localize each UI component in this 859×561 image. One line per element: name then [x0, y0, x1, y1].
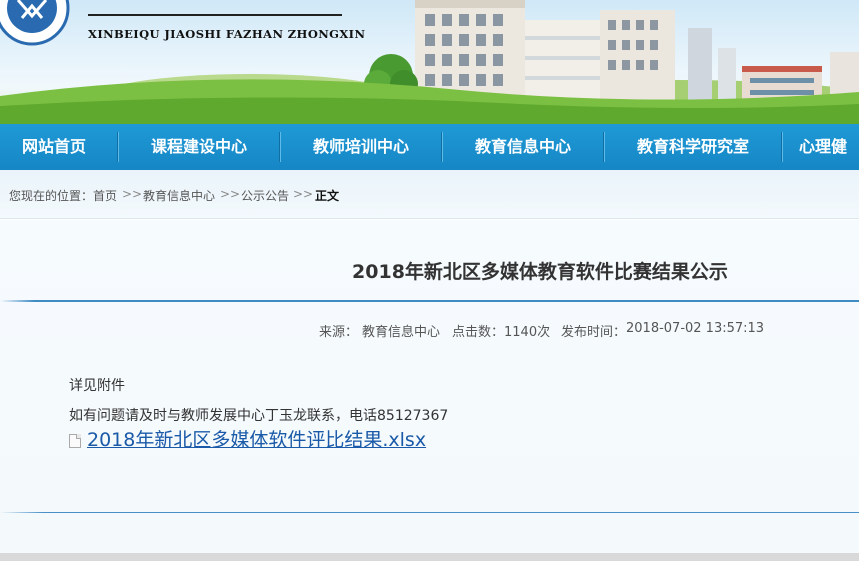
logo-subtitle: XINBEIQU JIAOSHI FAZHAN ZHONGXIN	[88, 27, 366, 41]
body-paragraph: 详见附件	[69, 378, 125, 394]
hits-label: 点击数：	[452, 325, 505, 340]
nav-item-curriculum[interactable]: 课程建设中心	[135, 124, 263, 170]
nav-item-teacher-training[interactable]: 教师培训中心	[297, 124, 425, 170]
banner-scenery	[0, 0, 859, 124]
date-value: 2018-07-02 13:57:13	[626, 321, 765, 336]
nav-separator	[603, 132, 605, 162]
nav-separator	[279, 132, 281, 162]
nav-item-research[interactable]: 教育科学研究室	[621, 124, 765, 170]
hits-value: 1140次	[504, 325, 551, 340]
breadcrumb-separator: >>	[220, 187, 241, 201]
logo-divider	[88, 14, 342, 16]
breadcrumb-separator: >>	[122, 187, 143, 201]
title-divider	[0, 300, 859, 302]
footer-bar	[0, 553, 859, 561]
breadcrumb-current: 正文	[315, 189, 340, 203]
source-value: 教育信息中心	[362, 325, 441, 340]
attachment: 2018年新北区多媒体软件评比结果.xlsx	[69, 425, 426, 452]
site-banner: XINBEIQU JIAOSHI FAZHAN ZHONGXIN	[0, 0, 859, 124]
nav-item-psychology[interactable]: 心理健	[799, 124, 859, 170]
article-panel: 2018年新北区多媒体教育软件比赛结果公示 来源： 教育信息中心 点击数： 11…	[0, 220, 859, 553]
main-nav: 网站首页 课程建设中心 教师培训中心 教育信息中心 教育科学研究室 心理健	[0, 124, 859, 170]
breadcrumb-separator: >>	[293, 187, 314, 201]
date-label: 发布时间：	[561, 325, 627, 340]
breadcrumb: 您现在的位置： 首页 >> 教育信息中心 >> 公示公告 >> 正文	[0, 170, 859, 219]
attachment-link[interactable]: 2018年新北区多媒体软件评比结果.xlsx	[87, 429, 426, 451]
nav-separator	[117, 132, 119, 162]
breadcrumb-education-info[interactable]: 教育信息中心	[143, 187, 215, 204]
article-title: 2018年新北区多媒体教育软件比赛结果公示	[352, 261, 728, 283]
file-icon	[69, 434, 81, 448]
content-bottom-divider	[0, 512, 859, 513]
nav-separator	[441, 132, 443, 162]
nav-separator	[781, 132, 783, 162]
nav-item-home[interactable]: 网站首页	[0, 124, 108, 170]
breadcrumb-home[interactable]: 首页	[93, 187, 117, 204]
breadcrumb-prefix: 您现在的位置：	[9, 189, 94, 203]
breadcrumb-announcements[interactable]: 公示公告	[241, 187, 289, 204]
nav-item-education-info[interactable]: 教育信息中心	[459, 124, 587, 170]
body-paragraph: 如有问题请及时与教师发展中心丁玉龙联系，电话85127367	[69, 408, 449, 424]
source-label: 来源：	[319, 325, 359, 340]
